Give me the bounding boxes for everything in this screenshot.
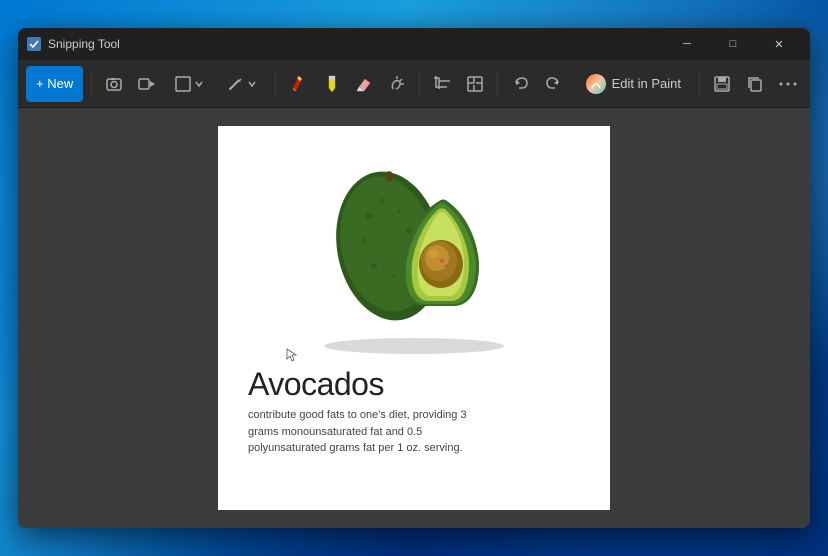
snip-canvas: Avocados contribute good fats to one's d…: [218, 126, 610, 510]
pen-button[interactable]: [284, 66, 313, 102]
touch-writing-button[interactable]: [382, 66, 411, 102]
camera-icon: [105, 75, 123, 93]
avocado-description: contribute good fats to one's diet, prov…: [248, 407, 468, 457]
title-bar-left: Snipping Tool: [26, 36, 664, 52]
copy-icon: [746, 75, 764, 93]
crop-button[interactable]: [428, 66, 457, 102]
separator-3: [419, 72, 420, 96]
record-icon: [138, 75, 156, 93]
save-icon: [713, 75, 731, 93]
edit-in-paint-label: Edit in Paint: [612, 76, 681, 91]
maximize-button[interactable]: □: [710, 28, 756, 60]
toolbar: + New: [18, 60, 810, 108]
separator-2: [275, 72, 276, 96]
undo-icon: [512, 75, 530, 93]
screenshot-button[interactable]: [100, 66, 129, 102]
avocado-title: Avocados: [248, 366, 580, 403]
pen-icon: [289, 74, 309, 94]
title-bar-controls: ─ □ ✕: [664, 28, 802, 60]
text-content: Avocados contribute good fats to one's d…: [248, 366, 580, 457]
marker-icon: [321, 74, 341, 94]
trim-icon: [466, 75, 484, 93]
paint-icon: [586, 74, 606, 94]
rect-icon: [175, 76, 191, 92]
redo-icon: [544, 75, 562, 93]
close-button[interactable]: ✕: [756, 28, 802, 60]
tools-icon: [228, 76, 244, 92]
touch-icon: [388, 75, 406, 93]
copy-button[interactable]: [740, 66, 769, 102]
new-button[interactable]: + New: [26, 66, 83, 102]
more-options-button[interactable]: [773, 66, 802, 102]
marker-button[interactable]: [317, 66, 346, 102]
separator-1: [91, 72, 92, 96]
separator-4: [497, 72, 498, 96]
app-icon: [26, 36, 42, 52]
minimize-button[interactable]: ─: [664, 28, 710, 60]
eraser-icon: [355, 75, 373, 93]
save-button[interactable]: [708, 66, 737, 102]
separator-5: [699, 72, 700, 96]
chevron-down-icon: [194, 79, 204, 89]
shape-button[interactable]: [165, 66, 214, 102]
undo-button[interactable]: [506, 66, 535, 102]
redo-button[interactable]: [539, 66, 568, 102]
crop-icon: [433, 75, 451, 93]
window-title: Snipping Tool: [48, 37, 120, 51]
eraser-button[interactable]: [350, 66, 379, 102]
avocado-svg: [294, 146, 534, 356]
tools-button[interactable]: [218, 66, 267, 102]
app-window: Snipping Tool ─ □ ✕ + New: [18, 28, 810, 528]
chevron-down-tools-icon: [247, 79, 257, 89]
trim-button[interactable]: [461, 66, 490, 102]
avocado-image: [294, 146, 534, 356]
title-bar: Snipping Tool ─ □ ✕: [18, 28, 810, 60]
edit-in-paint-button[interactable]: Edit in Paint: [576, 66, 691, 102]
more-dots-icon: [779, 82, 797, 86]
record-button[interactable]: [133, 66, 162, 102]
content-area: Avocados contribute good fats to one's d…: [18, 108, 810, 528]
